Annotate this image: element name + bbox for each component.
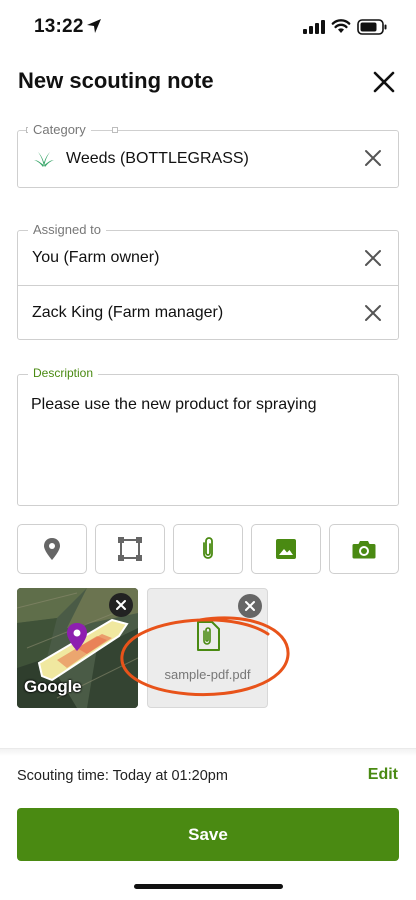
description-legend: Description [28, 366, 99, 380]
remove-assignee-icon[interactable] [364, 249, 382, 267]
header: New scouting note [0, 60, 416, 104]
assignee-name: You (Farm owner) [32, 249, 160, 266]
camera-icon [352, 541, 376, 559]
assignee-row[interactable]: Zack King (Farm manager) [18, 285, 398, 339]
image-icon [276, 539, 296, 559]
description-text: Please use the new product for spraying [31, 396, 317, 413]
category-value: Weeds (BOTTLEGRASS) [66, 150, 249, 167]
battery-icon [357, 19, 387, 35]
edit-scouting-time-link[interactable]: Edit [368, 766, 398, 784]
attach-file-button[interactable] [173, 524, 243, 574]
footer-divider [0, 748, 416, 756]
close-icon [373, 71, 395, 93]
cellular-signal-icon [303, 20, 325, 34]
category-select[interactable]: Weeds (BOTTLEGRASS) [18, 131, 398, 187]
area-select-icon [118, 537, 142, 561]
wifi-icon [331, 19, 351, 33]
annotation-circle [120, 616, 290, 697]
location-pin-icon [44, 538, 60, 560]
add-location-button[interactable] [17, 524, 87, 574]
page-title: New scouting note [18, 68, 214, 93]
assigned-to-field: Assigned to You (Farm owner) Zack King (… [17, 222, 399, 340]
clear-category-icon[interactable] [364, 149, 382, 167]
take-photo-button[interactable] [329, 524, 399, 574]
remove-assignee-icon[interactable] [364, 304, 382, 322]
home-indicator [134, 884, 283, 889]
map-attribution: Google [24, 677, 82, 696]
paperclip-icon [203, 537, 213, 559]
scouting-time-text: Scouting time: Today at 01:20pm [17, 768, 228, 784]
attachment-toolbar [17, 524, 399, 574]
map-pin-icon [67, 623, 87, 651]
add-image-button[interactable] [251, 524, 321, 574]
assignee-row[interactable]: You (Farm owner) [18, 231, 398, 285]
status-time: 13:22 [34, 16, 84, 37]
status-bar: 13:22 [0, 0, 416, 56]
close-button[interactable] [370, 68, 398, 96]
location-arrow-icon [87, 19, 101, 33]
save-button[interactable]: Save [17, 808, 399, 861]
grass-icon [34, 152, 54, 167]
category-field: Category Weeds (BOTTLEGRASS) [17, 122, 399, 188]
description-field[interactable]: Description Please use the new product f… [17, 366, 399, 506]
assignee-name: Zack King (Farm manager) [32, 303, 224, 321]
draw-area-button[interactable] [95, 524, 165, 574]
